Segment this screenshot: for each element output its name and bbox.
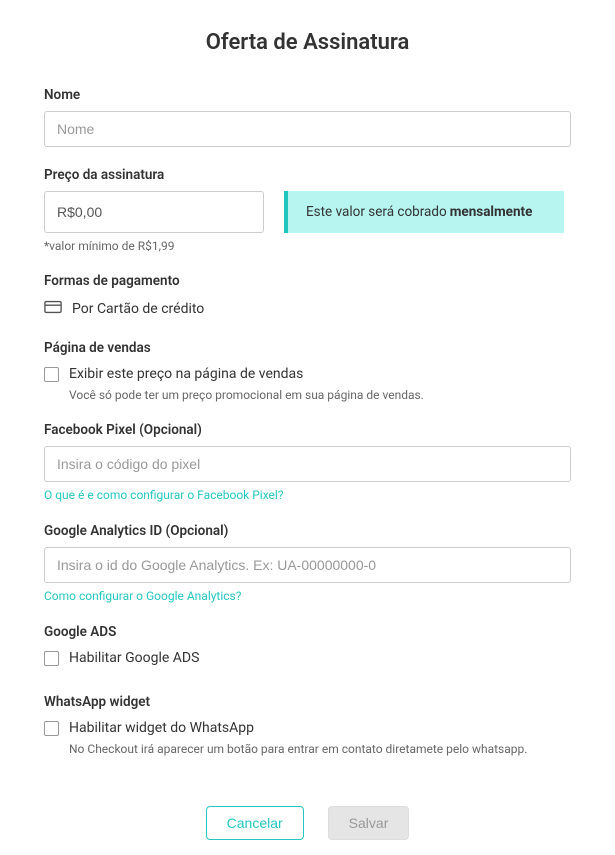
- whatsapp-checkbox[interactable]: [44, 721, 59, 736]
- preco-note: Este valor será cobrado mensalmente: [284, 191, 564, 233]
- preco-field-group: Preço da assinatura Este valor será cobr…: [44, 167, 571, 253]
- google-analytics-label: Google Analytics ID (Opcional): [44, 523, 571, 539]
- whatsapp-section: WhatsApp widget Habilitar widget do What…: [44, 694, 571, 756]
- save-button[interactable]: Salvar: [328, 806, 410, 840]
- pagina-vendas-label: Página de vendas: [44, 340, 571, 356]
- pagina-vendas-section: Página de vendas Exibir este preço na pá…: [44, 340, 571, 402]
- pagamento-section: Formas de pagamento Por Cartão de crédit…: [44, 273, 571, 318]
- google-ads-label: Google ADS: [44, 624, 571, 640]
- google-ads-checkbox[interactable]: [44, 651, 59, 666]
- preco-note-text: Este valor será cobrado: [306, 204, 447, 220]
- pagina-vendas-helper: Você só pode ter um preço promocional em…: [69, 388, 571, 402]
- google-ads-section: Google ADS Habilitar Google ADS: [44, 624, 571, 666]
- google-ads-checkbox-label: Habilitar Google ADS: [69, 650, 199, 666]
- nome-field-group: Nome: [44, 87, 571, 147]
- pagina-vendas-checkbox[interactable]: [44, 367, 59, 382]
- preco-input[interactable]: [44, 191, 264, 233]
- preco-note-bold: mensalmente: [450, 204, 533, 220]
- google-analytics-input[interactable]: [44, 547, 571, 583]
- pagina-vendas-checkbox-label: Exibir este preço na página de vendas: [69, 366, 303, 382]
- pagamento-method-text: Por Cartão de crédito: [72, 301, 204, 317]
- facebook-pixel-link[interactable]: O que é e como configurar o Facebook Pix…: [44, 488, 284, 502]
- preco-helper: *valor mínimo de R$1,99: [44, 239, 571, 253]
- cancel-button[interactable]: Cancelar: [206, 806, 304, 840]
- whatsapp-checkbox-label: Habilitar widget do WhatsApp: [69, 720, 254, 736]
- page-title: Oferta de Assinatura: [44, 30, 571, 55]
- nome-label: Nome: [44, 87, 571, 103]
- facebook-pixel-input[interactable]: [44, 446, 571, 482]
- buttons-row: Cancelar Salvar: [44, 806, 571, 840]
- facebook-pixel-section: Facebook Pixel (Opcional) O que é e como…: [44, 422, 571, 503]
- credit-card-icon: [44, 299, 62, 318]
- google-analytics-section: Google Analytics ID (Opcional) Como conf…: [44, 523, 571, 604]
- whatsapp-helper: No Checkout irá aparecer um botão para e…: [69, 742, 571, 756]
- pagamento-label: Formas de pagamento: [44, 273, 571, 289]
- whatsapp-label: WhatsApp widget: [44, 694, 571, 710]
- google-analytics-link[interactable]: Como configurar o Google Analytics?: [44, 589, 241, 603]
- nome-input[interactable]: [44, 111, 571, 147]
- facebook-pixel-label: Facebook Pixel (Opcional): [44, 422, 571, 438]
- preco-label: Preço da assinatura: [44, 167, 571, 183]
